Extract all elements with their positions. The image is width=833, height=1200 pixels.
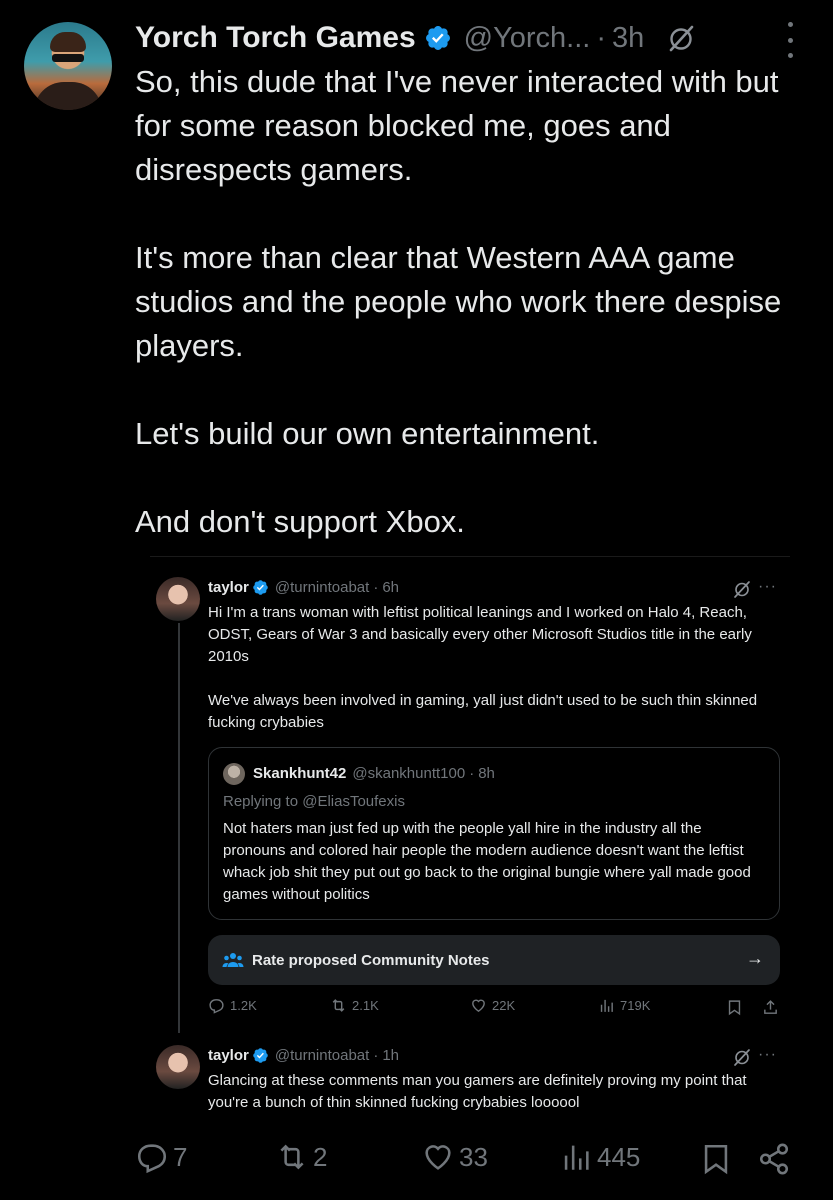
author-display-name[interactable]: Yorch Torch Games: [135, 21, 416, 55]
like-button[interactable]: 33: [421, 1140, 488, 1174]
heart-icon: [425, 1145, 451, 1170]
post-paragraph: So, this dude that I've never interacted…: [135, 64, 779, 187]
author-avatar[interactable]: [24, 22, 112, 110]
header-separator: ·: [596, 21, 607, 54]
bookmark-icon[interactable]: [699, 1142, 733, 1176]
header-separator: ·: [373, 1047, 379, 1064]
post-actions: 7 2 33 445: [135, 1140, 805, 1180]
embedded-reply-count: 1.2K: [208, 997, 257, 1014]
post-time[interactable]: 3h: [612, 22, 644, 55]
taylor-avatar: [156, 1045, 200, 1089]
replying-to: Replying to @EliasToufexis: [223, 793, 405, 810]
skankhunt-avatar: [223, 763, 245, 785]
views-icon: [564, 1145, 589, 1170]
taylor-avatar: [156, 577, 200, 621]
verified-badge-icon: [253, 1048, 268, 1063]
avatar-jacket: [34, 82, 102, 110]
community-notes-label: Rate proposed Community Notes: [252, 951, 490, 969]
post-header: Yorch Torch Games @Yorch... · 3h: [135, 18, 696, 58]
quoted-name: Skankhunt42: [253, 765, 347, 782]
grok-icon: [734, 581, 750, 598]
post-paragraph: Let's build our own entertainment.: [135, 416, 600, 451]
post-paragraph: It's more than clear that Western AAA ga…: [135, 240, 782, 363]
reply-count: 7: [173, 1141, 188, 1172]
taylor-reply-text: Glancing at these comments man you gamer…: [208, 1072, 747, 1111]
taylor-header: taylor @turnintoabat · 1h: [208, 1047, 399, 1064]
taylor-handle: @turnintoabat: [274, 579, 370, 596]
quoted-header: Skankhunt42 @skankhuntt100 · 8h: [253, 765, 495, 782]
embedded-screenshot[interactable]: taylor @turnintoabat · 6h ··· Hi I'm a t…: [150, 556, 790, 1114]
taylor-tweet-text: Hi I'm a trans woman with leftist politi…: [208, 602, 778, 734]
view-count: 445: [597, 1141, 641, 1172]
verified-badge-icon: [253, 580, 268, 595]
repost-icon: [332, 999, 345, 1012]
taylor-name: taylor: [208, 1047, 249, 1064]
embedded-view-count: 719K: [598, 997, 650, 1014]
taylor-time: 1h: [382, 1047, 399, 1064]
reply-icon: [209, 999, 224, 1014]
grok-icon[interactable]: [666, 23, 696, 53]
quoted-handle: @skankhuntt100: [352, 765, 466, 782]
quoted-tweet: Skankhunt42 @skankhuntt100 · 8h Replying…: [208, 747, 780, 920]
taylor-name: taylor: [208, 579, 249, 596]
grok-icon: [734, 1049, 750, 1066]
like-count: 22K: [492, 998, 516, 1013]
repost-icon: [280, 1144, 304, 1170]
views-button[interactable]: 445: [559, 1140, 640, 1174]
quoted-time: 8h: [478, 765, 495, 782]
tweet-paragraph: Hi I'm a trans woman with leftist politi…: [208, 604, 752, 665]
post-text: So, this dude that I've never interacted…: [135, 60, 815, 544]
embedded-repost-count: 2.1K: [330, 997, 379, 1014]
repost-button[interactable]: 2: [275, 1140, 327, 1174]
header-separator: ·: [373, 579, 379, 596]
more-options-icon[interactable]: [780, 22, 800, 58]
share-icon: [764, 1000, 777, 1014]
taylor-header: taylor @turnintoabat · 6h: [208, 579, 399, 596]
avatar-hair: [50, 32, 86, 52]
tweet-paragraph: We've always been involved in gaming, ya…: [208, 692, 758, 731]
like-count: 33: [459, 1141, 488, 1172]
view-count: 719K: [620, 998, 651, 1013]
repost-count: 2: [313, 1141, 328, 1172]
thread-line: [178, 623, 180, 1033]
share-icon[interactable]: [757, 1142, 791, 1176]
community-notes-bar: Rate proposed Community Notes →: [208, 935, 780, 985]
community-notes-icon: [222, 953, 244, 967]
arrow-right-icon: →: [746, 948, 764, 968]
bookmark-icon: [728, 1000, 741, 1016]
embedded-like-count: 22K: [470, 997, 515, 1014]
post-paragraph: And don't support Xbox.: [135, 504, 465, 539]
taylor-handle: @turnintoabat: [274, 1047, 370, 1064]
more-options-icon: ···: [758, 578, 777, 595]
more-options-icon: ···: [758, 1046, 777, 1063]
taylor-time: 6h: [382, 579, 399, 596]
quoted-text: Not haters man just fed up with the peop…: [223, 820, 751, 903]
author-handle[interactable]: @Yorch...: [464, 22, 591, 55]
views-icon: [600, 999, 613, 1012]
reply-button[interactable]: 7: [135, 1140, 187, 1174]
heart-icon: [472, 999, 485, 1013]
verified-badge-icon: [425, 26, 450, 50]
header-separator: ·: [469, 765, 475, 782]
embedded-actions: 1.2K 2.1K 22K 719K: [208, 997, 778, 1021]
reply-icon: [137, 1144, 167, 1174]
repost-count: 2.1K: [352, 998, 379, 1013]
reply-count: 1.2K: [230, 998, 257, 1013]
avatar-sunglasses: [52, 54, 84, 62]
